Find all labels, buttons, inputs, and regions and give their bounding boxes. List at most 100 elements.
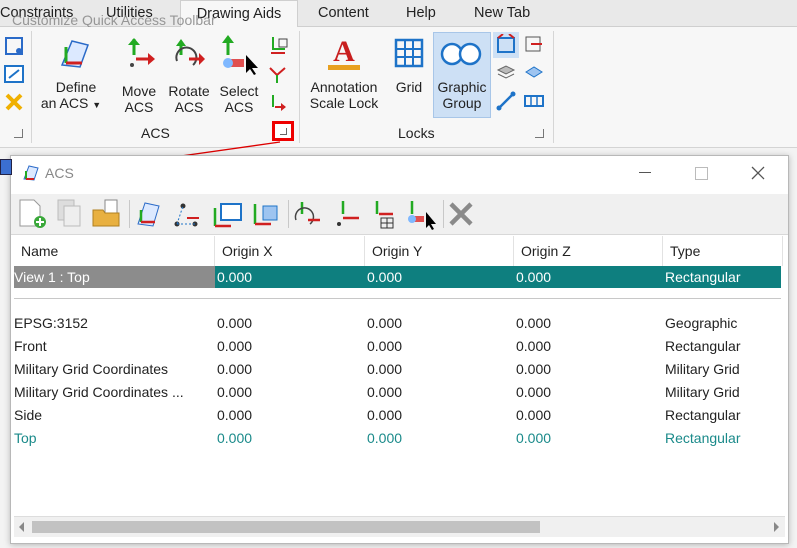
row-type: Rectangular [665, 338, 741, 354]
row-origin-y: 0.000 [367, 315, 403, 331]
graphic-group-label-2[interactable]: Group [433, 95, 491, 111]
scroll-left-icon[interactable] [19, 522, 24, 532]
grid-label[interactable]: Grid [390, 79, 428, 95]
small-group-launcher-icon[interactable] [14, 129, 23, 138]
active-acs-row[interactable]: View 1 : Top 0.000 0.000 0.000 Rectangul… [14, 266, 781, 288]
grid-icon[interactable] [393, 37, 425, 69]
row-type: Geographic [665, 315, 738, 331]
acs-by-reference-icon[interactable] [249, 198, 281, 230]
annotation-lock-label-1[interactable]: Annotation [302, 79, 386, 95]
axis-lock-icon[interactable] [495, 90, 517, 112]
clear-small-icon[interactable] [3, 91, 25, 113]
rotate-acs-label-1[interactable]: Rotate [166, 83, 212, 99]
lock-tool-6-icon[interactable] [523, 90, 545, 112]
boresite-lock-icon[interactable] [495, 34, 517, 56]
horizontal-scrollbar[interactable] [14, 516, 785, 537]
define-acs-tool-icon[interactable] [133, 198, 165, 230]
active-origin-z: 0.000 [516, 269, 552, 285]
select-acs-label-1[interactable]: Select [216, 83, 262, 99]
row-type: Rectangular [665, 430, 741, 446]
move-acs-label-1[interactable]: Move [116, 83, 162, 99]
window-small-icon[interactable] [3, 63, 25, 85]
acs-tool-2-icon[interactable] [267, 63, 289, 85]
table-row[interactable]: Military Grid Coordinates 0.000 0.000 0.… [14, 358, 781, 380]
table-row[interactable]: Side 0.000 0.000 0.000 Rectangular [14, 404, 781, 426]
level-lock-icon[interactable] [495, 62, 517, 84]
lock-tool-5-icon[interactable] [523, 62, 545, 84]
scroll-right-icon[interactable] [774, 522, 779, 532]
column-header-origin-z[interactable]: Origin Z [514, 236, 663, 266]
lock-tool-4-icon[interactable] [523, 34, 545, 56]
table-row-current-view[interactable]: Top 0.000 0.000 0.000 Rectangular [14, 427, 781, 449]
row-type: Rectangular [665, 407, 741, 423]
row-origin-y: 0.000 [367, 361, 403, 377]
rotate-acs-tool-icon[interactable] [292, 198, 324, 230]
annotation-lock-label-2[interactable]: Scale Lock [302, 95, 386, 111]
row-origin-z: 0.000 [516, 338, 552, 354]
new-acs-icon[interactable] [16, 198, 48, 230]
rotate-acs-icon[interactable] [171, 35, 207, 71]
close-button[interactable] [751, 166, 765, 180]
row-origin-x: 0.000 [217, 384, 253, 400]
define-acs-label-2[interactable]: an ACS ▼ [36, 95, 106, 113]
row-origin-x: 0.000 [217, 338, 253, 354]
select-acs-icon[interactable] [218, 33, 260, 75]
acs-small-icon[interactable] [3, 35, 25, 57]
row-origin-x: 0.000 [217, 361, 253, 377]
column-header-name[interactable]: Name [14, 236, 215, 266]
delete-acs-icon[interactable] [447, 200, 475, 228]
row-name: EPSG:3152 [14, 315, 88, 331]
active-origin-y: 0.000 [367, 269, 403, 285]
svg-text:A: A [333, 35, 355, 68]
row-origin-x: 0.000 [217, 430, 253, 446]
locks-group-launcher-icon[interactable] [535, 129, 544, 138]
row-type: Military Grid [665, 361, 740, 377]
column-header-origin-y[interactable]: Origin Y [365, 236, 514, 266]
tab-new-tab[interactable]: New Tab [474, 0, 530, 26]
active-origin-x: 0.000 [217, 269, 253, 285]
acs-by-points-icon[interactable] [171, 198, 203, 230]
row-name: Front [14, 338, 47, 354]
row-name: Top [14, 430, 37, 446]
row-origin-z: 0.000 [516, 384, 552, 400]
acs-element-icon[interactable] [367, 198, 401, 230]
column-header-type[interactable]: Type [663, 236, 783, 266]
move-acs-label-2[interactable]: ACS [116, 99, 162, 115]
annotation-scale-lock-icon[interactable]: A [326, 33, 362, 73]
acs-tool-3-icon[interactable] [267, 91, 289, 113]
qat-tooltip: Customize Quick Access Toolbar [12, 12, 216, 28]
move-acs-icon[interactable] [122, 35, 158, 71]
move-acs-tool-icon[interactable] [331, 198, 363, 230]
copy-acs-icon[interactable] [54, 198, 86, 230]
table-row[interactable]: Front 0.000 0.000 0.000 Rectangular [14, 335, 781, 357]
table-row[interactable]: Military Grid Coordinates ... 0.000 0.00… [14, 381, 781, 403]
table-row[interactable]: EPSG:3152 0.000 0.000 0.000 Geographic [14, 312, 781, 334]
define-acs-icon[interactable] [56, 35, 92, 71]
acs-table: Name Origin X Origin Y Origin Z Type Vie… [14, 236, 785, 512]
locks-group-label: Locks [398, 125, 435, 141]
define-acs-label-1[interactable]: Define [46, 79, 106, 95]
tab-help[interactable]: Help [406, 0, 436, 26]
acs-by-view-icon[interactable] [209, 198, 243, 230]
active-type: Rectangular [665, 269, 741, 285]
row-origin-z: 0.000 [516, 430, 552, 446]
select-acs-tool-icon[interactable] [404, 198, 438, 230]
graphic-group-label-1[interactable]: Graphic [433, 79, 491, 95]
acs-tool-1-icon[interactable] [267, 35, 289, 57]
open-folder-icon[interactable] [91, 198, 123, 230]
row-type: Military Grid [665, 384, 740, 400]
column-header-origin-x[interactable]: Origin X [215, 236, 365, 266]
rotate-acs-label-2[interactable]: ACS [166, 99, 212, 115]
table-divider [14, 298, 781, 299]
row-origin-z: 0.000 [516, 361, 552, 377]
select-acs-label-2[interactable]: ACS [216, 99, 262, 115]
row-origin-y: 0.000 [367, 407, 403, 423]
tab-content[interactable]: Content [318, 0, 369, 26]
graphic-group-icon[interactable] [440, 39, 484, 69]
row-origin-y: 0.000 [367, 430, 403, 446]
minimize-button[interactable] [639, 172, 651, 173]
row-origin-y: 0.000 [367, 338, 403, 354]
maximize-button[interactable] [695, 167, 708, 180]
active-name-cell: View 1 : Top [14, 266, 215, 288]
scrollbar-thumb[interactable] [32, 521, 540, 533]
